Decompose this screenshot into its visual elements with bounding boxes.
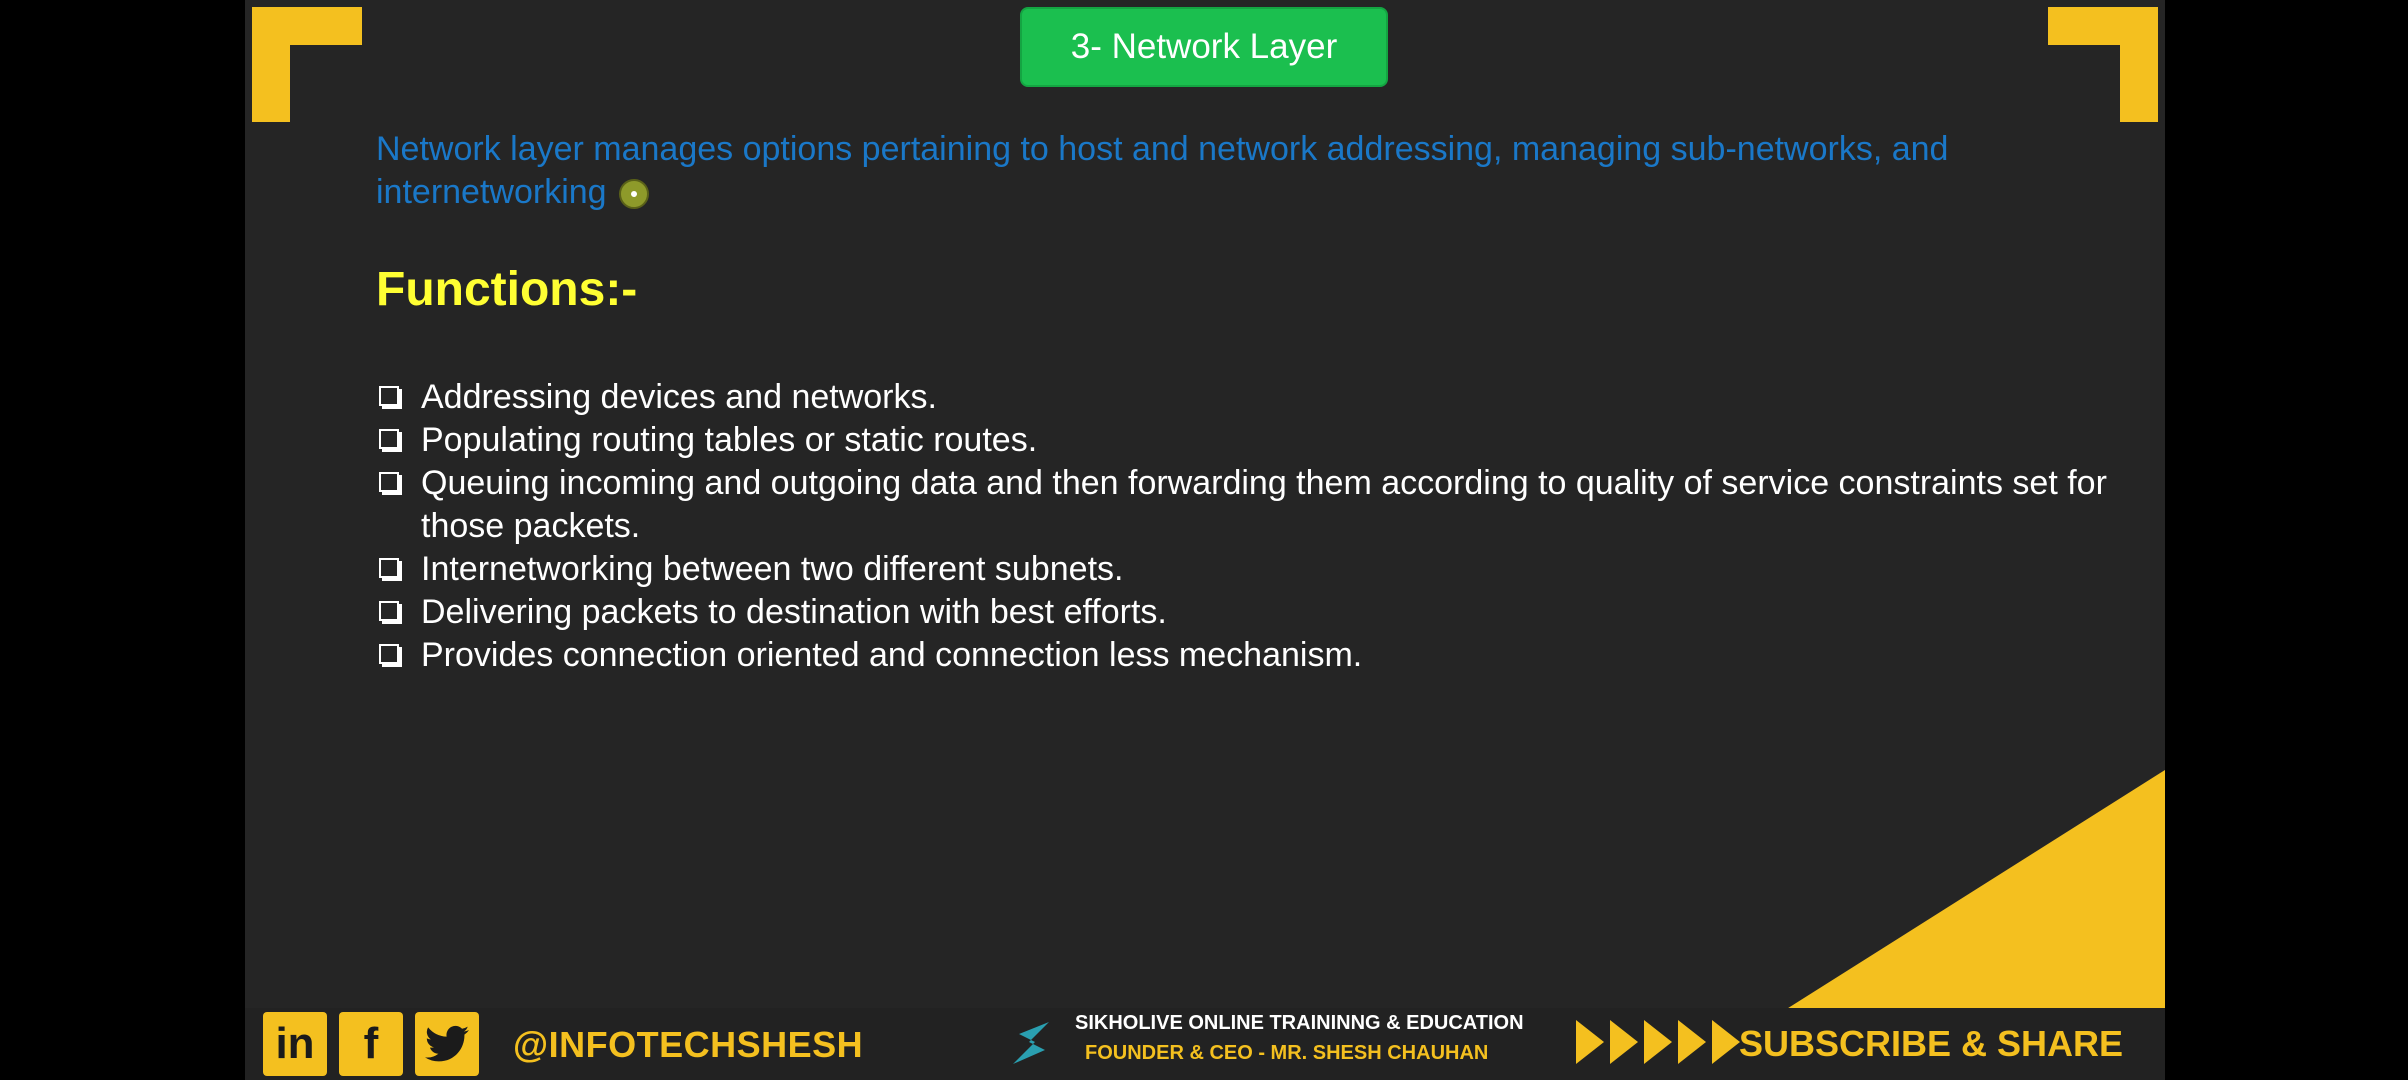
checkbox-bullet-icon — [379, 429, 399, 449]
chevron-right-icon — [1644, 1020, 1672, 1064]
social-handle[interactable]: @INFOTECHSHESH — [513, 1024, 863, 1066]
checkbox-bullet-icon — [379, 386, 399, 406]
list-item: Populating routing tables or static rout… — [376, 419, 2136, 462]
list-item: Addressing devices and networks. — [376, 376, 2136, 419]
chevron-arrows-icon — [1576, 1020, 1746, 1064]
list-item-text: Internetworking between two different su… — [421, 550, 1124, 588]
top-right-corner-decoration-vertical — [2120, 7, 2158, 122]
twitter-bird-glyph — [425, 1025, 469, 1062]
top-left-corner-decoration-vertical — [252, 7, 290, 122]
subscribe-share-cta[interactable]: SUBSCRIBE & SHARE — [1739, 1023, 2123, 1065]
organization-name: SIKHOLIVE ONLINE TRAININNG & EDUCATION — [1075, 1012, 1524, 1034]
list-item-text: Populating routing tables or static rout… — [421, 421, 1038, 459]
list-item: Delivering packets to destination with b… — [376, 591, 2136, 634]
twitter-icon[interactable] — [415, 1012, 479, 1076]
chevron-right-icon — [1610, 1020, 1638, 1064]
list-item-text: Delivering packets to destination with b… — [421, 593, 1167, 631]
slide-title: 3- Network Layer — [1020, 7, 1388, 87]
bottom-right-accent-decoration — [1785, 770, 2165, 1010]
intro-text: Network layer manages options pertaining… — [376, 128, 2096, 214]
chevron-right-icon — [1576, 1020, 1604, 1064]
list-item: Internetworking between two different su… — [376, 548, 2136, 591]
intro-text-content: Network layer manages options pertaining… — [376, 130, 1949, 211]
functions-list: Addressing devices and networks. Populat… — [376, 376, 2136, 677]
list-item-text: Addressing devices and networks. — [421, 378, 937, 416]
founder-credit: FOUNDER & CEO - MR. SHESH CHAUHAN — [1085, 1042, 1489, 1064]
chevron-right-icon — [1712, 1020, 1740, 1064]
facebook-icon[interactable]: f — [339, 1012, 403, 1076]
sikholive-logo-icon — [1013, 1022, 1049, 1064]
list-item-text: Provides connection oriented and connect… — [421, 636, 1363, 674]
checkbox-bullet-icon — [379, 644, 399, 664]
checkbox-bullet-icon — [379, 558, 399, 578]
checkbox-bullet-icon — [379, 601, 399, 621]
linkedin-icon[interactable]: in — [263, 1012, 327, 1076]
chevron-right-icon — [1678, 1020, 1706, 1064]
list-item: Queuing incoming and outgoing data and t… — [376, 462, 2136, 548]
checkbox-bullet-icon — [379, 472, 399, 492]
slide: 3- Network Layer Network layer manages o… — [245, 0, 2165, 1080]
functions-heading: Functions:- — [376, 263, 638, 316]
pointer-cursor-icon — [618, 179, 649, 210]
list-item-text: Queuing incoming and outgoing data and t… — [421, 464, 2107, 545]
list-item: Provides connection oriented and connect… — [376, 634, 2136, 677]
